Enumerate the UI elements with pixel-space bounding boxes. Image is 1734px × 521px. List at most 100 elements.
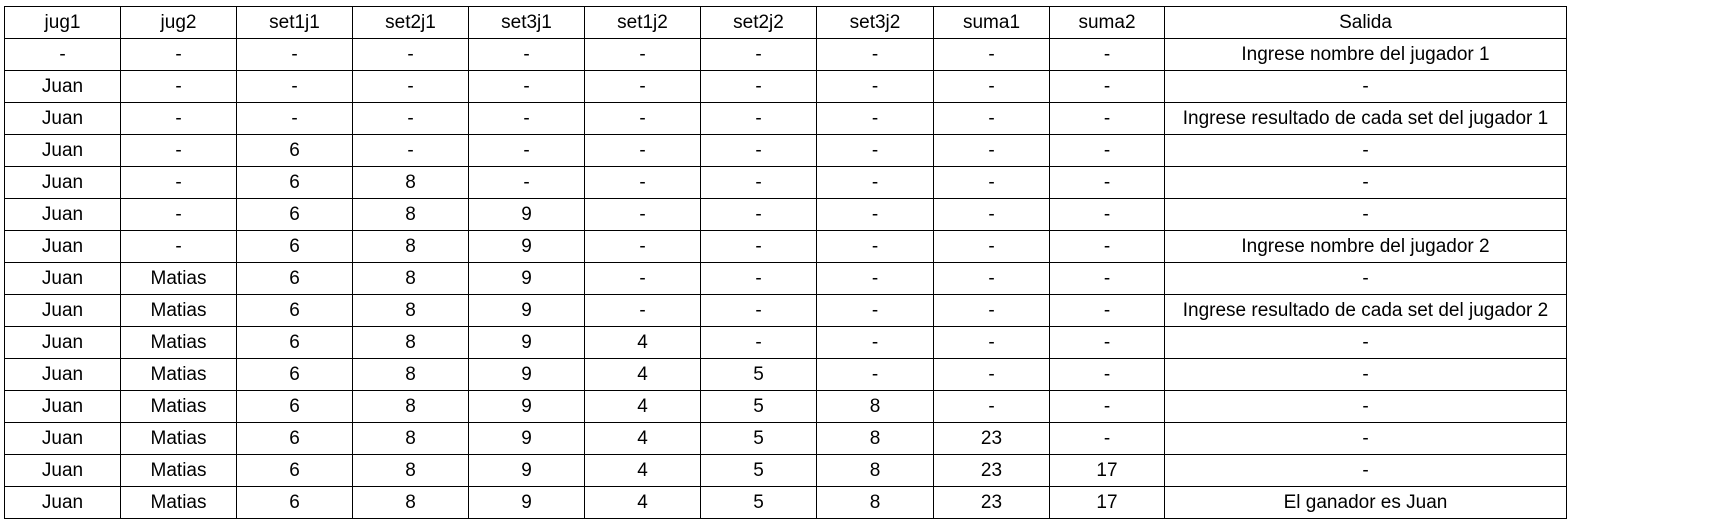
cell-set1j1: 6 — [236, 294, 353, 327]
cell-set2j1: 8 — [352, 294, 469, 327]
table-row: Juan Matias 6 8 9 4 5 8 23 17- — [4, 454, 1567, 487]
cell-jug1: Juan — [4, 454, 121, 487]
column-header-set3j2: set3j2 — [816, 6, 934, 39]
cell-set2j1: 8 — [352, 486, 469, 519]
cell-suma1: - — [933, 38, 1050, 71]
cell-suma2: - — [1049, 166, 1165, 199]
cell-set2j2: - — [700, 38, 817, 71]
cell-set3j2: 8 — [816, 390, 934, 423]
cell-set3j2: - — [816, 198, 934, 231]
cell-set3j1: 9 — [468, 422, 585, 455]
cell-set1j1: 6 — [236, 390, 353, 423]
cell-suma1: - — [933, 134, 1050, 167]
cell-suma1: - — [933, 70, 1050, 103]
cell-jug1: Juan — [4, 198, 121, 231]
column-header-set2j1: set2j1 — [352, 6, 469, 39]
cell-salida: Ingrese resultado de cada set del jugado… — [1164, 102, 1567, 135]
cell-jug1: Juan — [4, 102, 121, 135]
cell-set1j1: 6 — [236, 262, 353, 295]
cell-jug1: Juan — [4, 326, 121, 359]
cell-set2j1: 8 — [352, 358, 469, 391]
header-row: jug1 jug2 set1j1 set2j1 set3j1 set1j2 set2j2 se… — [4, 6, 1567, 39]
cell-jug2: - — [120, 230, 237, 263]
cell-salida: - — [1164, 422, 1567, 455]
table-row: Juan -6 8 9- - - - - Ingrese nombre del jugador … — [4, 230, 1567, 263]
cell-set3j2: - — [816, 326, 934, 359]
cell-set2j2: - — [700, 198, 817, 231]
cell-set3j1: 9 — [468, 358, 585, 391]
cell-suma2: - — [1049, 326, 1165, 359]
cell-jug1: Juan — [4, 134, 121, 167]
cell-set2j1: 8 — [352, 454, 469, 487]
cell-salida: - — [1164, 326, 1567, 359]
cell-set1j2: - — [584, 38, 701, 71]
cell-salida: Ingrese nombre del jugador 1 — [1164, 38, 1567, 71]
cell-salida: - — [1164, 198, 1567, 231]
cell-jug2: - — [120, 38, 237, 71]
cell-set1j1: - — [236, 102, 353, 135]
cell-set2j2: 5 — [700, 358, 817, 391]
column-header-set2j2: set2j2 — [700, 6, 817, 39]
cell-set3j2: - — [816, 134, 934, 167]
table-row: Juan - - - - - - - - - Ingrese resultado de cada s… — [4, 102, 1567, 135]
cell-set1j1: 6 — [236, 486, 353, 519]
column-header-set1j1: set1j1 — [236, 6, 353, 39]
cell-suma1: - — [933, 326, 1050, 359]
cell-suma2: - — [1049, 358, 1165, 391]
table-row: Juan Matias 6 8 9- - - - - Ingrese resultado de c… — [4, 294, 1567, 327]
cell-set1j1: 6 — [236, 422, 353, 455]
table-row: Juan Matias 6 8 9 4 5 8 23- - — [4, 422, 1567, 455]
cell-set2j2: - — [700, 134, 817, 167]
table-row: Juan -6- - - - - - - - — [4, 134, 1567, 167]
cell-suma2: 17 — [1049, 454, 1165, 487]
cell-suma2: 17 — [1049, 486, 1165, 519]
table-row: Juan Matias 6 8 9 4 5 8- - - — [4, 390, 1567, 423]
cell-set1j2: 4 — [584, 358, 701, 391]
cell-set1j2: 4 — [584, 422, 701, 455]
cell-jug1: Juan — [4, 294, 121, 327]
cell-set3j1: 9 — [468, 326, 585, 359]
cell-set3j1: 9 — [468, 486, 585, 519]
cell-set3j2: 8 — [816, 422, 934, 455]
cell-jug2: - — [120, 198, 237, 231]
cell-suma1: - — [933, 198, 1050, 231]
cell-salida: - — [1164, 390, 1567, 423]
cell-set1j2: - — [584, 166, 701, 199]
cell-set3j2: 8 — [816, 454, 934, 487]
cell-set3j1: 9 — [468, 294, 585, 327]
cell-set3j2: - — [816, 102, 934, 135]
cell-set2j1: 8 — [352, 262, 469, 295]
cell-jug1: Juan — [4, 422, 121, 455]
cell-set2j2: - — [700, 70, 817, 103]
cell-jug2: Matias — [120, 422, 237, 455]
cell-set1j1: - — [236, 38, 353, 71]
column-header-set3j1: set3j1 — [468, 6, 585, 39]
cell-suma2: - — [1049, 230, 1165, 263]
cell-jug2: - — [120, 70, 237, 103]
cell-set2j2: - — [700, 230, 817, 263]
cell-set1j1: 6 — [236, 134, 353, 167]
cell-suma2: - — [1049, 422, 1165, 455]
cell-set3j1: - — [468, 70, 585, 103]
cell-jug1: Juan — [4, 262, 121, 295]
cell-set2j1: 8 — [352, 198, 469, 231]
cell-salida: El ganador es Juan — [1164, 486, 1567, 519]
cell-jug2: Matias — [120, 262, 237, 295]
cell-set3j1: 9 — [468, 454, 585, 487]
cell-set2j1: - — [352, 70, 469, 103]
cell-set1j1: 6 — [236, 166, 353, 199]
cell-suma1: - — [933, 294, 1050, 327]
cell-set2j1: 8 — [352, 390, 469, 423]
cell-set3j1: 9 — [468, 230, 585, 263]
cell-jug2: Matias — [120, 358, 237, 391]
cell-set1j1: - — [236, 70, 353, 103]
cell-set3j1: 9 — [468, 262, 585, 295]
cell-set3j2: 8 — [816, 486, 934, 519]
column-header-suma2: suma2 — [1049, 6, 1165, 39]
cell-jug2: - — [120, 102, 237, 135]
cell-set2j2: 5 — [700, 422, 817, 455]
table-row: Juan Matias 6 8 9 4- - - - - — [4, 326, 1567, 359]
cell-jug1: Juan — [4, 390, 121, 423]
cell-set2j2: - — [700, 326, 817, 359]
cell-set3j2: - — [816, 38, 934, 71]
